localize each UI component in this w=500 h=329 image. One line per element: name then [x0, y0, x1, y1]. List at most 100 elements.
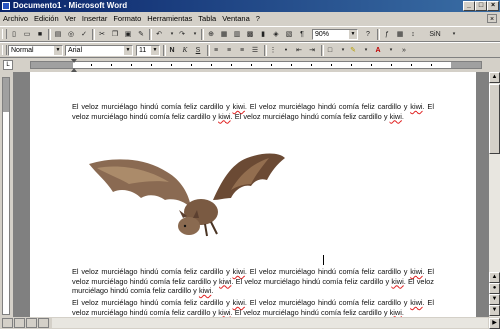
font-color-dropdown-icon[interactable]: ▾: [385, 45, 397, 56]
justify-icon[interactable]: ☰: [249, 45, 261, 56]
menu-ver[interactable]: Ver: [62, 12, 79, 26]
underline-button[interactable]: S: [192, 45, 204, 56]
first-line-indent-marker[interactable]: [71, 59, 77, 63]
insert-table-icon[interactable]: ▥: [231, 29, 243, 40]
vertical-scrollbar[interactable]: ▲ ▲ ● ▼ ▼: [489, 72, 500, 317]
menu-insertar[interactable]: Insertar: [79, 12, 110, 26]
menu-tabla[interactable]: Tabla: [195, 12, 219, 26]
style-select[interactable]: Normal ▼: [8, 45, 63, 56]
misspelled-word[interactable]: kiwi: [390, 308, 402, 317]
misspelled-word[interactable]: kiwi: [410, 267, 422, 276]
vertical-ruler[interactable]: [0, 72, 12, 317]
highlight-icon[interactable]: ✎: [347, 45, 359, 56]
align-left-icon[interactable]: ≡: [210, 45, 222, 56]
paragraph-1[interactable]: El veloz murciélago hindú comía feliz ca…: [72, 102, 434, 121]
table-icon[interactable]: ▦: [394, 29, 406, 40]
spelling-icon[interactable]: ✓: [78, 29, 90, 40]
bold-button[interactable]: N: [166, 45, 178, 56]
format-painter-icon[interactable]: ✎: [135, 29, 147, 40]
document-page[interactable]: El veloz murciélago hindú comía feliz ca…: [30, 72, 476, 317]
tables-borders-icon[interactable]: ▦: [218, 29, 230, 40]
misspelled-word[interactable]: kiwi: [233, 267, 245, 276]
print-preview-icon[interactable]: ◎: [65, 29, 77, 40]
minimize-button[interactable]: _: [463, 1, 475, 11]
vertical-ruler-body[interactable]: [2, 77, 10, 315]
document-area[interactable]: El veloz murciélago hindú comía feliz ca…: [13, 72, 489, 317]
help-icon[interactable]: ?: [362, 29, 374, 40]
horizontal-ruler[interactable]: L: [0, 58, 500, 72]
misspelled-word[interactable]: kiwi: [410, 102, 422, 111]
maximize-button[interactable]: □: [475, 1, 487, 11]
undo-icon[interactable]: ↶: [153, 29, 165, 40]
document-close-icon[interactable]: ×: [487, 14, 497, 23]
columns-icon[interactable]: ▮: [257, 29, 269, 40]
ruler-body[interactable]: [30, 59, 482, 72]
sin-button[interactable]: SiN: [424, 29, 446, 40]
sort-icon[interactable]: ↕: [407, 29, 419, 40]
paste-icon[interactable]: ▣: [122, 29, 134, 40]
chevron-down-icon[interactable]: ▼: [349, 30, 357, 39]
horizontal-scrollbar[interactable]: ▶: [0, 317, 500, 329]
font-select[interactable]: Arial ▼: [65, 45, 133, 56]
toolbar-options-icon[interactable]: »: [398, 45, 410, 56]
menu-ventana[interactable]: Ventana: [219, 12, 253, 26]
font-size-select[interactable]: 11 ▼: [136, 45, 160, 56]
horizontal-scroll-track[interactable]: [52, 318, 488, 328]
browse-object-icon[interactable]: ●: [489, 283, 500, 294]
decrease-indent-icon[interactable]: ⇤: [293, 45, 305, 56]
hyperlink-icon[interactable]: ⊕: [205, 29, 217, 40]
misspelled-word[interactable]: kiwi: [219, 277, 231, 286]
misspelled-word[interactable]: kiwi: [233, 298, 245, 307]
menu-edicion[interactable]: Edición: [31, 12, 62, 26]
scroll-right-icon[interactable]: ▶: [489, 318, 500, 329]
document-map-icon[interactable]: ▧: [283, 29, 295, 40]
scroll-up-icon[interactable]: ▲: [489, 72, 500, 83]
misspelled-word[interactable]: kiwi: [218, 112, 230, 121]
increase-indent-icon[interactable]: ⇥: [306, 45, 318, 56]
scroll-down-icon[interactable]: ▼: [489, 294, 500, 305]
outline-view-icon[interactable]: [38, 318, 49, 328]
misspelled-word[interactable]: kiwi: [390, 112, 402, 121]
word-app-icon[interactable]: [2, 2, 10, 10]
scroll-down-icon[interactable]: ▼: [489, 305, 500, 316]
bat-image[interactable]: [85, 150, 285, 250]
chevron-down-icon[interactable]: ▼: [54, 46, 62, 55]
redo-dropdown-icon[interactable]: ▾: [189, 29, 201, 40]
align-center-icon[interactable]: ≡: [223, 45, 235, 56]
scroll-up-icon[interactable]: ▲: [489, 272, 500, 283]
menu-archivo[interactable]: Archivo: [0, 12, 31, 26]
normal-view-icon[interactable]: [2, 318, 13, 328]
save-icon[interactable]: ■: [34, 29, 46, 40]
web-layout-view-icon[interactable]: [14, 318, 25, 328]
show-hide-icon[interactable]: ¶: [296, 29, 308, 40]
bullets-icon[interactable]: •: [280, 45, 292, 56]
numbering-icon[interactable]: ⋮: [267, 45, 279, 56]
tab-selector-icon[interactable]: L: [3, 60, 13, 70]
chevron-down-icon[interactable]: ▼: [124, 46, 132, 55]
italic-button[interactable]: K: [179, 45, 191, 56]
misspelled-word[interactable]: kiwi: [391, 277, 403, 286]
zoom-select[interactable]: 90% ▼: [312, 29, 358, 40]
misspelled-word[interactable]: kiwi: [233, 102, 245, 111]
paragraph-3[interactable]: El veloz murciélago hindú comía feliz ca…: [72, 298, 434, 317]
formula-icon[interactable]: ƒ: [381, 29, 393, 40]
toolbar-options-icon[interactable]: ▾: [448, 29, 460, 40]
paragraph-2[interactable]: El veloz murciélago hindú comía feliz ca…: [72, 267, 434, 296]
insert-excel-icon[interactable]: ▩: [244, 29, 256, 40]
misspelled-word[interactable]: kiwi: [199, 286, 211, 295]
cut-icon[interactable]: ✂: [96, 29, 108, 40]
toolbar-grip[interactable]: [2, 45, 7, 55]
title-bar[interactable]: Documento1 - Microsoft Word _ □ ×: [0, 0, 500, 12]
toolbar-grip[interactable]: [2, 29, 7, 39]
vertical-scroll-thumb[interactable]: [489, 84, 500, 154]
borders-icon[interactable]: □: [324, 45, 336, 56]
highlight-dropdown-icon[interactable]: ▾: [360, 45, 372, 56]
misspelled-word[interactable]: kiwi: [410, 298, 422, 307]
new-document-icon[interactable]: ▯: [8, 29, 20, 40]
close-button[interactable]: ×: [487, 1, 499, 11]
redo-icon[interactable]: ↷: [176, 29, 188, 40]
misspelled-word[interactable]: kiwi: [218, 308, 230, 317]
open-folder-icon[interactable]: ▭: [21, 29, 33, 40]
menu-herramientas[interactable]: Herramientas: [144, 12, 195, 26]
print-layout-view-icon[interactable]: [26, 318, 37, 328]
